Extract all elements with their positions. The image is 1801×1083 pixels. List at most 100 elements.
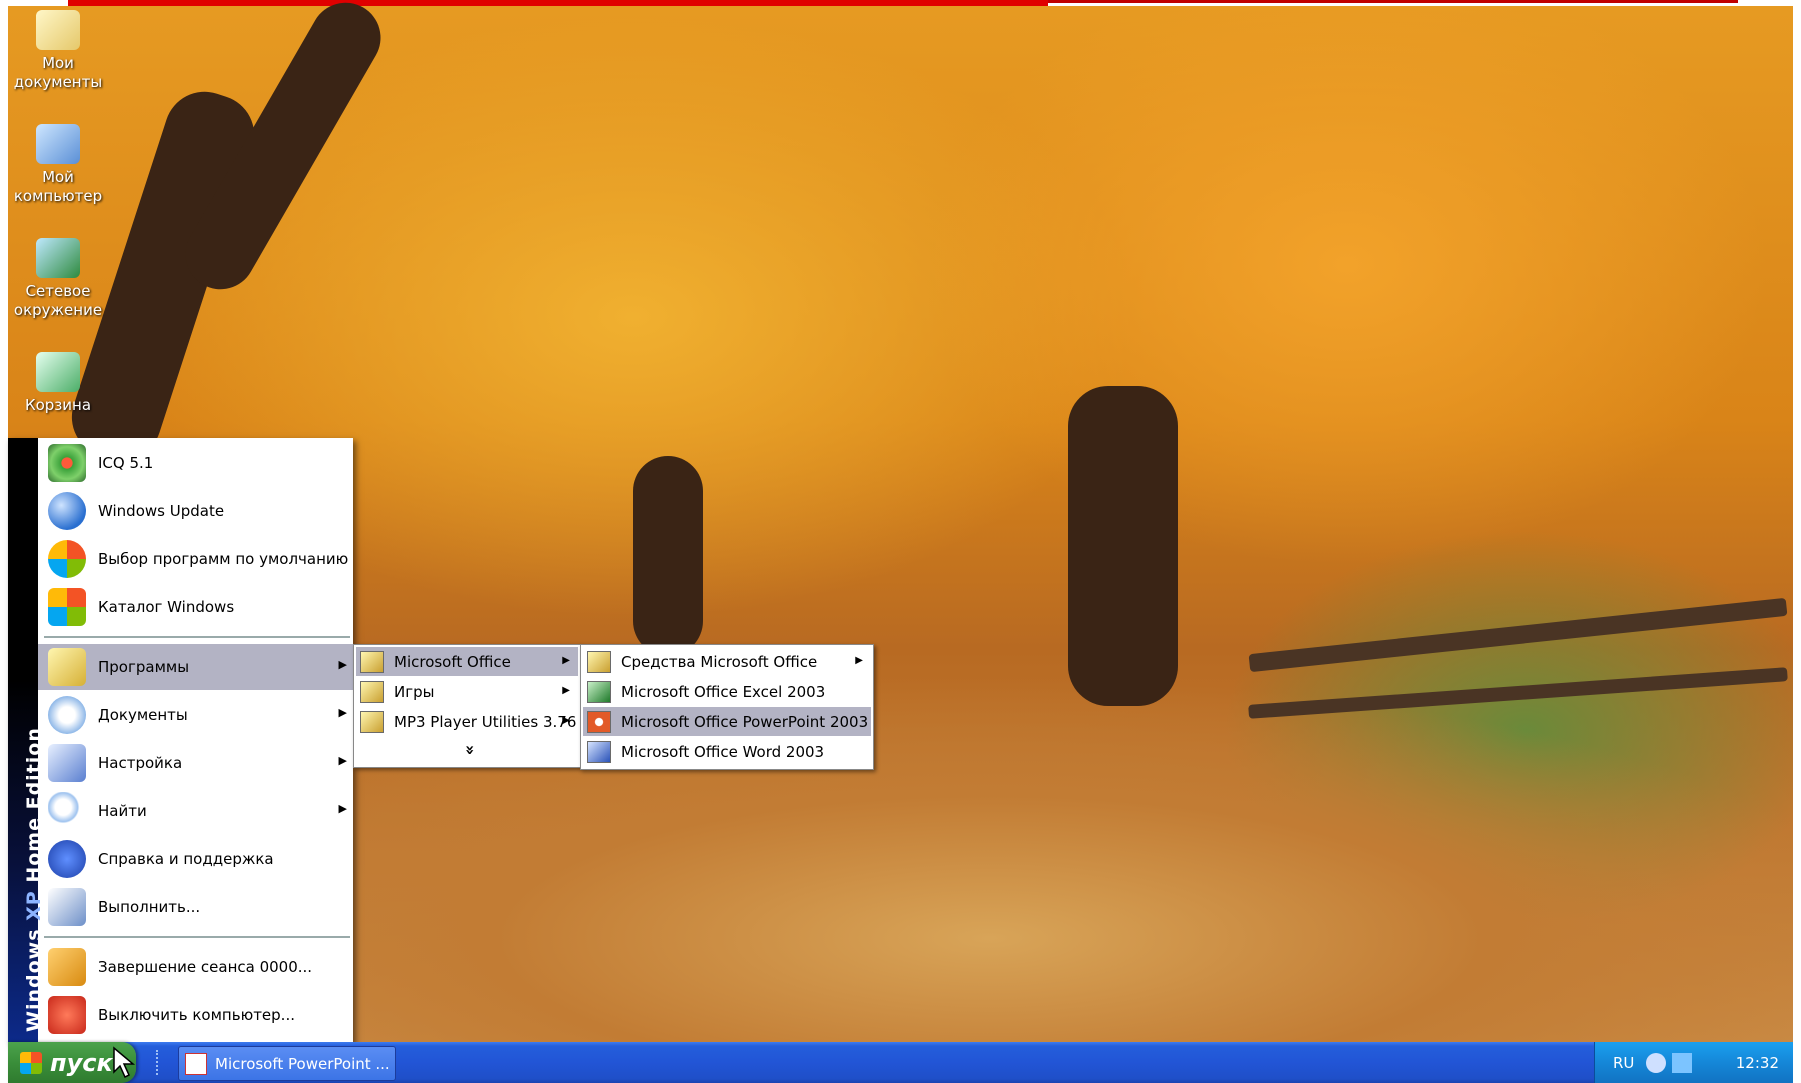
show-hidden-icons-chevron-icon[interactable] <box>1646 1052 1667 1073</box>
submenu-arrow-icon: ▶ <box>562 655 570 666</box>
menu-item-shutdown[interactable]: Выключить компьютер... <box>38 992 353 1038</box>
language-indicator[interactable]: RU <box>1613 1054 1634 1072</box>
fence <box>1248 597 1788 673</box>
top-red-strip-thin <box>1048 0 1738 3</box>
program-group-folder-icon <box>587 650 611 673</box>
desktop-screen: Мои документы Мой компьютер Сетевое окру… <box>0 0 1801 1083</box>
windows-flag-icon <box>20 1051 42 1074</box>
menu-item-label: Выбор программ по умолчанию <box>98 550 349 568</box>
menu-item-documents[interactable]: Документы ▶ <box>38 692 353 738</box>
menu-item-help[interactable]: Справка и поддержка <box>38 836 353 882</box>
search-icon <box>48 792 86 830</box>
start-menu: Windows XP Home Edition ICQ 5.1 Windows … <box>8 438 353 1044</box>
menu-item-label: Выполнить... <box>98 898 201 916</box>
submenu-item-label: Microsoft Office <box>394 652 511 671</box>
tree-trunk <box>1068 386 1178 706</box>
desktop-icon-label: Мой компьютер <box>13 168 103 205</box>
icq-flower-icon <box>48 444 86 482</box>
taskbar-button-powerpoint[interactable]: Microsoft PowerPoint ... <box>178 1046 396 1081</box>
menu-item-default-programs[interactable]: Выбор программ по умолчанию <box>38 536 353 582</box>
start-menu-sidebar: Windows XP Home Edition <box>8 438 45 1044</box>
network-places-icon <box>36 238 80 278</box>
menu-separator <box>44 636 350 639</box>
recycle-bin-icon <box>36 352 80 392</box>
submenu-arrow-icon: ▶ <box>562 715 570 726</box>
excel-icon <box>587 680 611 703</box>
sidebar-brand: Windows XP Home Edition <box>8 702 45 1032</box>
office-submenu: Средства Microsoft Office ▶ Microsoft Of… <box>580 644 874 770</box>
mouse-cursor-icon <box>113 1046 136 1079</box>
my-documents-icon <box>36 10 80 50</box>
expand-menu-chevron-icon[interactable]: » <box>454 637 480 863</box>
program-group-folder-icon <box>360 680 384 703</box>
desktop-icon-label: Корзина <box>24 396 92 414</box>
menu-item-label: Документы <box>98 706 188 724</box>
word-icon <box>587 740 611 763</box>
submenu-item-label: Microsoft Office Excel 2003 <box>621 682 826 701</box>
menu-item-label: Настройка <box>98 754 183 772</box>
menu-item-label: Завершение сеанса 0000... <box>98 958 313 976</box>
powerpoint-icon <box>587 710 611 733</box>
run-icon <box>48 888 86 926</box>
clock[interactable]: 12:32 <box>1736 1054 1779 1072</box>
help-icon <box>48 840 86 878</box>
menu-item-windows-catalog[interactable]: Каталог Windows <box>38 584 353 630</box>
desktop-icon-label: Мои документы <box>13 54 103 91</box>
documents-icon <box>48 696 86 734</box>
menu-item-search[interactable]: Найти ▶ <box>38 788 353 834</box>
desktop-icon-my-computer[interactable]: Мой компьютер <box>10 124 106 206</box>
windows-catalog-icon <box>48 588 86 626</box>
submenu-arrow-icon: ▶ <box>338 706 347 719</box>
desktop-icon-label: Сетевое окружение <box>13 282 103 319</box>
programs-folder-icon <box>48 648 86 686</box>
menu-separator <box>44 936 350 939</box>
menu-item-label: Справка и поддержка <box>98 850 274 868</box>
submenu-arrow-icon: ▶ <box>338 802 347 815</box>
menu-item-label: Найти <box>98 802 147 820</box>
taskbar: пуск Microsoft PowerPoint ... RU 12:32 <box>8 1042 1793 1083</box>
program-group-folder-icon <box>360 710 384 733</box>
tree-trunk <box>633 456 703 656</box>
program-group-folder-icon <box>360 650 384 673</box>
submenu-item-powerpoint[interactable]: Microsoft Office PowerPoint 2003 <box>583 707 871 736</box>
system-tray: RU 12:32 <box>1594 1042 1793 1083</box>
submenu-item-word[interactable]: Microsoft Office Word 2003 <box>583 737 871 766</box>
submenu-item-office-tools[interactable]: Средства Microsoft Office ▶ <box>583 647 871 676</box>
desktop-icon-recycle-bin[interactable]: Корзина <box>10 352 106 415</box>
menu-item-windows-update[interactable]: Windows Update <box>38 488 353 534</box>
taskbar-grip[interactable] <box>156 1050 162 1075</box>
submenu-item-excel[interactable]: Microsoft Office Excel 2003 <box>583 677 871 706</box>
submenu-arrow-icon: ▶ <box>855 655 863 666</box>
taskbar-button-label: Microsoft PowerPoint ... <box>215 1054 390 1073</box>
windows-update-icon <box>48 492 86 530</box>
menu-item-label: Windows Update <box>98 502 225 520</box>
start-button-label: пуск <box>50 1048 113 1077</box>
menu-item-icq[interactable]: ICQ 5.1 <box>38 440 353 486</box>
log-off-icon <box>48 948 86 986</box>
powerpoint-icon <box>185 1052 207 1075</box>
submenu-item-label: Microsoft Office PowerPoint 2003 <box>621 712 869 731</box>
submenu-item-label: MP3 Player Utilities 3.76 <box>394 712 577 731</box>
menu-item-settings[interactable]: Настройка ▶ <box>38 740 353 786</box>
menu-item-label: Программы <box>98 658 190 676</box>
shutdown-icon <box>48 996 86 1034</box>
my-computer-icon <box>36 124 80 164</box>
fence <box>1248 667 1788 719</box>
submenu-arrow-icon: ▶ <box>562 685 570 696</box>
programs-submenu: Microsoft Office ▶ Игры ▶ MP3 Player Uti… <box>353 644 581 768</box>
settings-icon <box>48 744 86 782</box>
desktop-icon-my-documents[interactable]: Мои документы <box>10 10 106 92</box>
menu-item-log-off[interactable]: Завершение сеанса 0000... <box>38 944 353 990</box>
menu-item-programs[interactable]: Программы ▶ <box>38 644 353 690</box>
submenu-item-label: Средства Microsoft Office <box>621 652 818 671</box>
submenu-item-label: Игры <box>394 682 435 701</box>
network-tray-icon[interactable] <box>1672 1052 1693 1073</box>
submenu-arrow-icon: ▶ <box>338 658 347 671</box>
submenu-item-label: Microsoft Office Word 2003 <box>621 742 825 761</box>
desktop-icon-network[interactable]: Сетевое окружение <box>10 238 106 320</box>
menu-item-label: ICQ 5.1 <box>98 454 154 472</box>
menu-item-label: Выключить компьютер... <box>98 1006 295 1024</box>
default-programs-icon <box>48 540 86 578</box>
menu-item-label: Каталог Windows <box>98 598 235 616</box>
menu-item-run[interactable]: Выполнить... <box>38 884 353 930</box>
